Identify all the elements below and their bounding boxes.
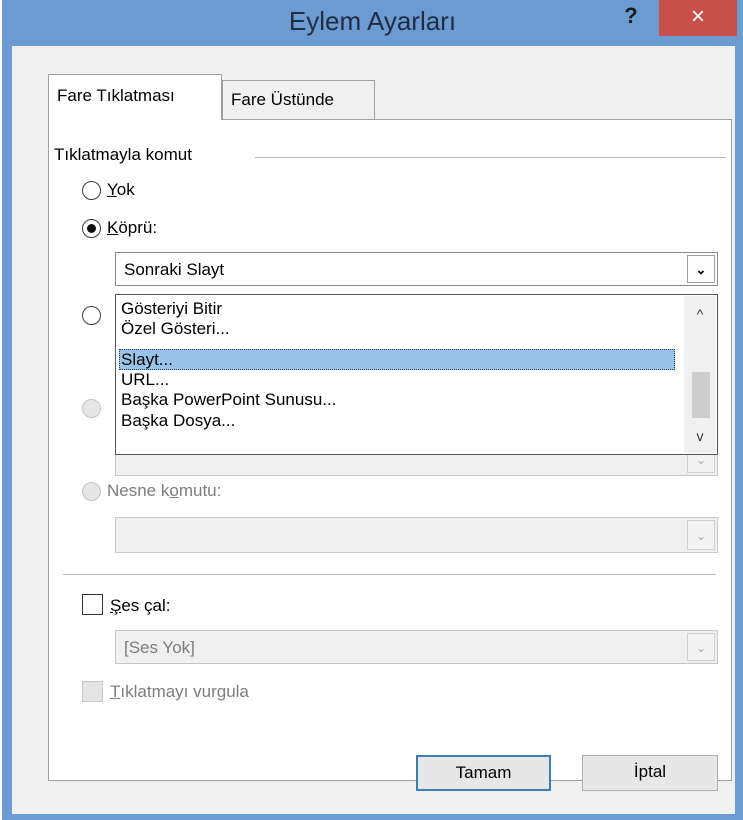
ok-button[interactable]: Tamam [416,755,551,791]
dropdown-scrollbar[interactable]: ^ v [684,296,716,453]
chevron-down-icon: ⌄ [687,633,715,661]
nesne-combo: ⌄ [115,517,718,553]
dialog-window: Eylem Ayarları ? × Fare Tıklatması Fare … [2,0,743,820]
radio-yok[interactable] [82,181,101,200]
tab-fare-ustunde[interactable]: Fare Üstünde [222,80,375,120]
dropdown-item[interactable]: Özel Gösteri... [121,319,230,340]
ses-combo-value: [Ses Yok] [124,638,195,657]
scroll-thumb[interactable] [692,372,710,418]
radio-makro [82,399,101,418]
tiklatmayi-vurgula-checkbox [82,681,103,702]
tab-fare-tiklatmasi[interactable]: Fare Tıklatması [48,74,222,120]
radio-kopru[interactable] [82,219,101,238]
ses-cal-checkbox[interactable] [82,594,103,615]
tiklatmayi-vurgula-label: Tıklatmayı vurgula [110,682,249,701]
cancel-button[interactable]: İptal [582,755,718,791]
dropdown-item[interactable]: URL... [121,370,169,391]
chevron-down-icon[interactable]: ⌄ [687,255,715,283]
radio-nesne-komutu-label: Nesne komutu: [107,481,222,500]
section-separator [63,574,716,575]
scroll-up-icon[interactable]: ^ [684,302,716,326]
radio-kopru-label[interactable]: Köprü: [107,218,157,238]
scroll-down-icon[interactable]: v [684,424,716,448]
ses-combo: [Ses Yok] ⌄ [115,630,718,664]
radio-nesne-komutu [82,482,101,501]
kopru-combo[interactable]: Sonraki Slayt ⌄ [115,252,718,286]
dropdown-item[interactable]: Başka PowerPoint Sunusu... [121,390,336,411]
help-button[interactable]: ? [616,2,646,32]
dropdown-item-selected[interactable]: Slayt... [119,349,675,370]
group-divider [255,157,726,158]
chevron-down-icon: ⌄ [687,520,715,550]
kopru-combo-value: Sonraki Slayt [124,260,225,279]
title-bar[interactable]: Eylem Ayarları ? × [2,0,743,46]
radio-yok-label[interactable]: Yok [107,180,135,200]
group-label: Tıklatmayla komut [54,145,192,164]
radio-program[interactable] [82,306,101,325]
kopru-dropdown-list[interactable]: Gösteriyi Bitir Özel Gösteri... Slayt...… [115,294,718,455]
close-button[interactable]: × [659,0,737,36]
dropdown-item[interactable]: Gösteriyi Bitir [121,299,222,320]
dropdown-item[interactable]: Başka Dosya... [121,411,235,432]
ses-cal-label[interactable]: Şes çal: [110,596,170,616]
